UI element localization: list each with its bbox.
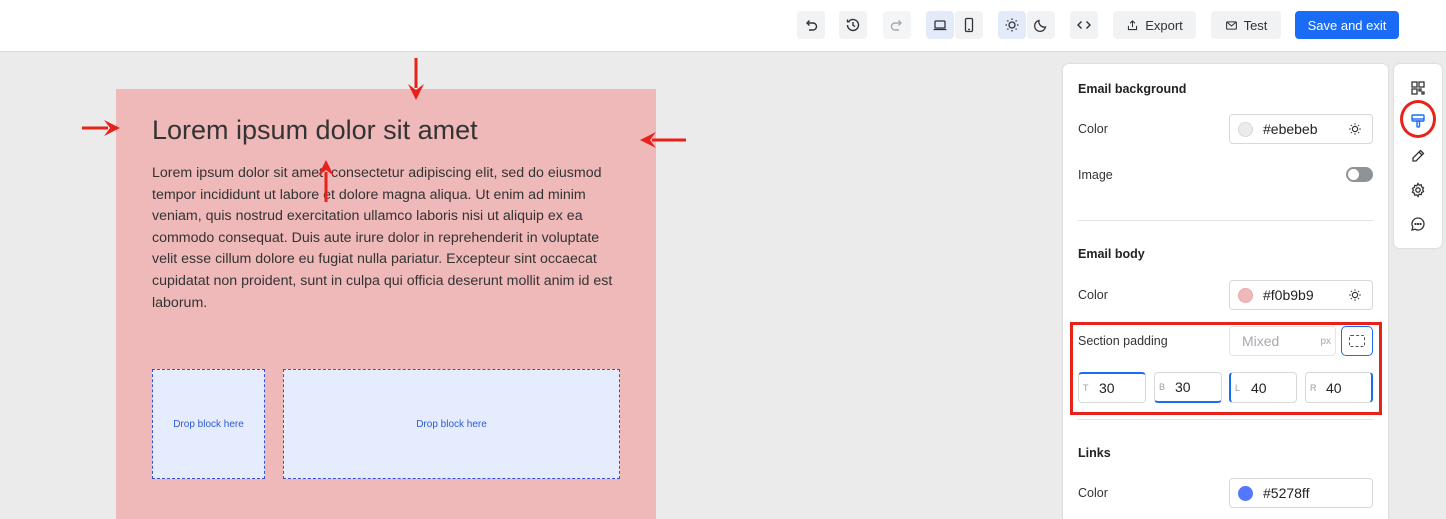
divider	[1078, 220, 1373, 221]
arrow-left-annotation	[640, 132, 686, 148]
edit-tab[interactable]	[1409, 147, 1427, 165]
top-toolbar: Export Test Save and exit	[0, 0, 1446, 52]
arrow-up-annotation	[318, 160, 334, 202]
moon-icon	[1033, 19, 1047, 33]
bg-color-label: Color	[1078, 122, 1108, 136]
body-color-label: Color	[1078, 288, 1108, 302]
redo-icon	[890, 20, 902, 31]
settings-tab[interactable]	[1409, 181, 1427, 199]
dark-mode-button[interactable]	[1027, 11, 1055, 39]
email-heading[interactable]: Lorem ipsum dolor sit amet	[152, 115, 478, 146]
test-button[interactable]: Test	[1211, 11, 1281, 39]
padding-highlight-annotation	[1070, 322, 1382, 415]
gear-icon	[1411, 182, 1425, 198]
sun-icon	[1005, 18, 1019, 32]
phone-icon	[964, 17, 974, 33]
sun-icon[interactable]	[1348, 122, 1362, 136]
envelope-icon	[1225, 20, 1237, 30]
bg-color-field[interactable]: #ebebeb	[1229, 114, 1373, 144]
drop-zone-right[interactable]: Drop block here	[283, 369, 620, 479]
code-view-button[interactable]	[1070, 11, 1098, 39]
arrow-down-annotation	[408, 58, 424, 100]
links-color-field[interactable]: #5278ff	[1229, 478, 1373, 508]
settings-panel: Email background Color #ebebeb Image Ema…	[1063, 64, 1388, 519]
arrow-right-annotation	[82, 120, 120, 136]
body-color-value[interactable]: #f0b9b9	[1263, 287, 1348, 303]
undo-button[interactable]	[797, 11, 825, 39]
settings-sidebar	[1394, 64, 1442, 248]
bg-color-value[interactable]: #ebebeb	[1263, 121, 1348, 137]
divider	[1078, 419, 1373, 420]
email-body-title: Email body	[1078, 247, 1145, 261]
links-color-swatch[interactable]	[1238, 485, 1253, 501]
bg-image-label: Image	[1078, 168, 1113, 182]
email-body-section[interactable]: Lorem ipsum dolor sit amet Lorem ipsum d…	[116, 89, 656, 519]
code-icon	[1077, 21, 1091, 29]
grid-icon	[1411, 81, 1425, 95]
pencil-icon	[1412, 149, 1425, 162]
laptop-icon	[933, 20, 947, 31]
history-icon	[846, 18, 860, 32]
mobile-view-button[interactable]	[955, 11, 983, 39]
links-title: Links	[1078, 446, 1111, 460]
email-background-title: Email background	[1078, 82, 1187, 96]
blocks-tab[interactable]	[1409, 79, 1427, 97]
history-button[interactable]	[839, 11, 867, 39]
sun-icon[interactable]	[1348, 288, 1362, 302]
light-mode-button[interactable]	[998, 11, 1026, 39]
bg-color-swatch[interactable]	[1238, 121, 1253, 137]
export-button[interactable]: Export	[1113, 11, 1196, 39]
comments-tab[interactable]	[1409, 215, 1427, 233]
desktop-view-button[interactable]	[926, 11, 954, 39]
export-label: Export	[1145, 17, 1183, 33]
export-icon	[1128, 19, 1138, 30]
body-color-swatch[interactable]	[1238, 287, 1253, 303]
bg-image-toggle[interactable]	[1346, 167, 1373, 182]
body-color-field[interactable]: #f0b9b9	[1229, 280, 1373, 310]
style-tab-highlight-annotation	[1400, 100, 1436, 138]
redo-button[interactable]	[883, 11, 911, 39]
links-color-value[interactable]: #5278ff	[1263, 485, 1372, 501]
undo-icon	[806, 20, 818, 31]
save-and-exit-button[interactable]: Save and exit	[1295, 11, 1399, 39]
test-label: Test	[1243, 17, 1268, 33]
drop-zone-left[interactable]: Drop block here	[152, 369, 265, 479]
links-color-label: Color	[1078, 486, 1108, 500]
email-paragraph[interactable]: Lorem ipsum dolor sit amet, consectetur …	[152, 163, 628, 314]
chat-icon	[1411, 217, 1425, 231]
